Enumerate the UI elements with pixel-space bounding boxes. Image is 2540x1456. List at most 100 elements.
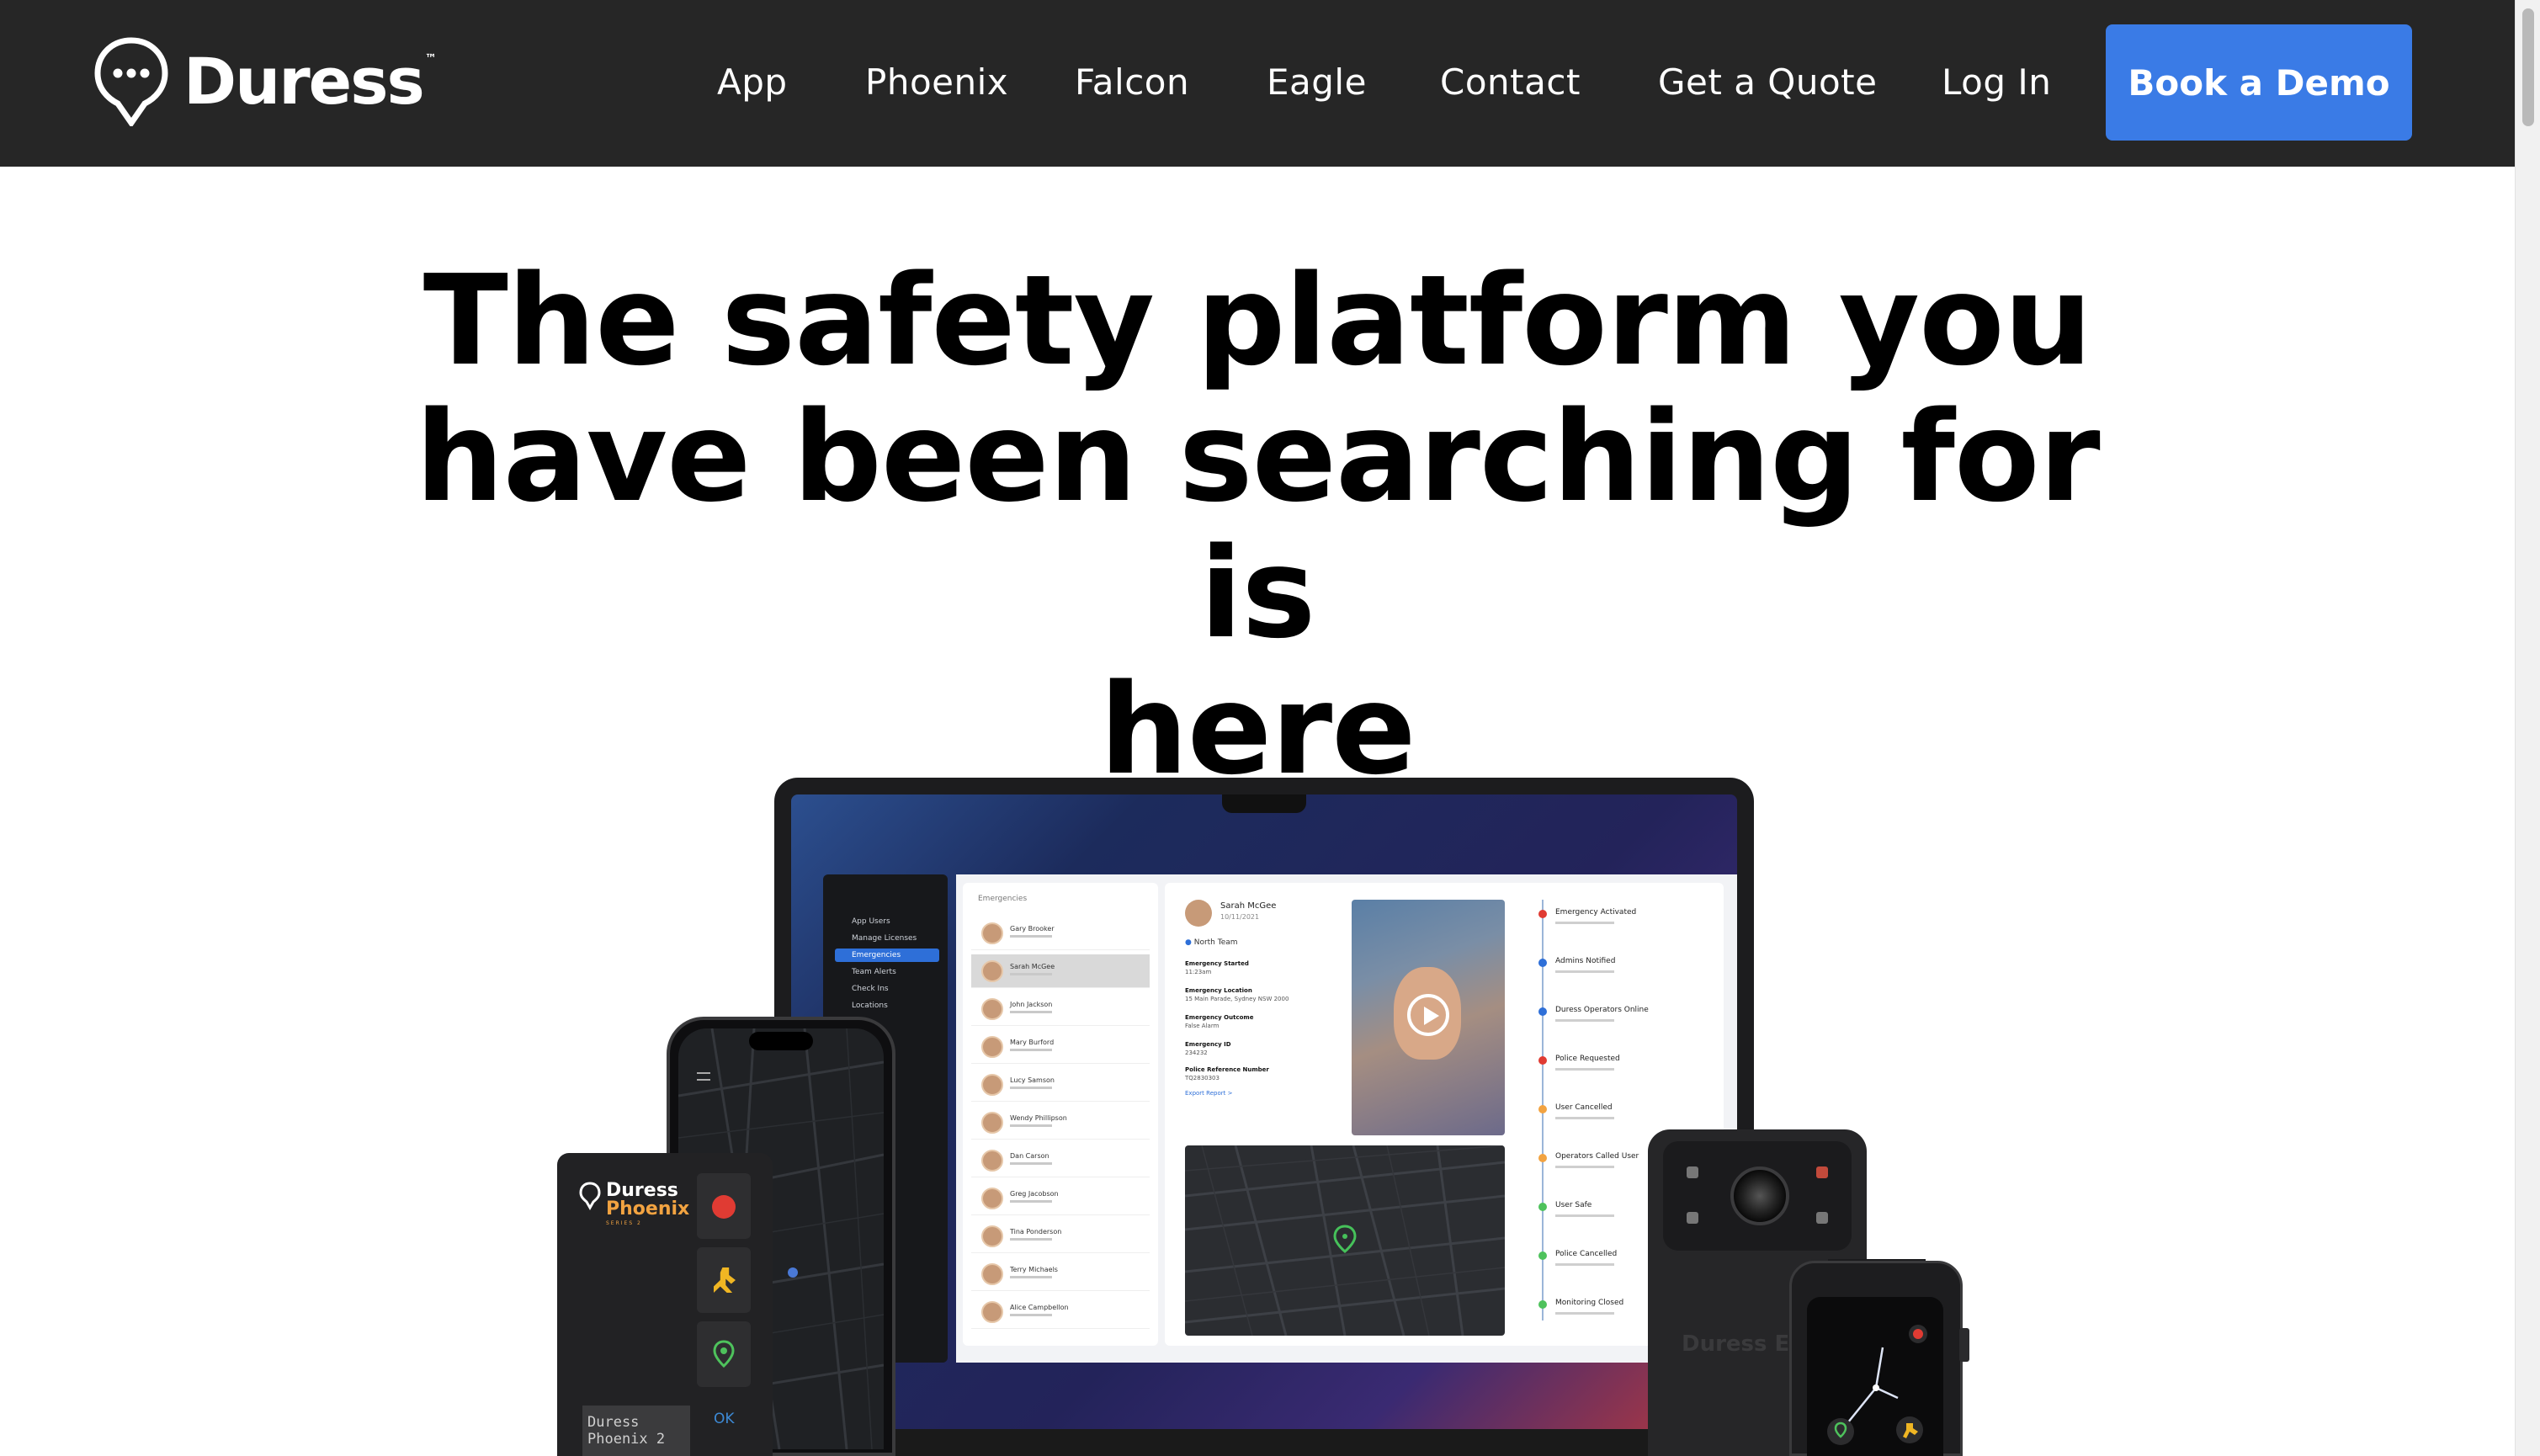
phoenix-ok-button[interactable]: OK bbox=[714, 1411, 735, 1427]
laptop-notch bbox=[1222, 794, 1306, 813]
emergency-list-item[interactable]: Dan Carson bbox=[971, 1144, 1150, 1177]
bodycam-record-light bbox=[1816, 1166, 1828, 1178]
emergency-list-item-date bbox=[1010, 1124, 1052, 1127]
emergency-list-item[interactable]: Wendy Phillipson bbox=[971, 1106, 1150, 1140]
emergency-list-item[interactable]: Mary Burford bbox=[971, 1030, 1150, 1064]
emergency-list-item-name: Greg Jacobson bbox=[1010, 1190, 1059, 1198]
map-roads-graphic bbox=[1185, 1145, 1505, 1336]
nav-link-contact[interactable]: Contact bbox=[1440, 61, 1581, 104]
detail-field-label: Emergency Started bbox=[1185, 960, 1249, 967]
timeline-dot bbox=[1538, 1105, 1547, 1113]
phoenix-fall-button[interactable] bbox=[697, 1247, 751, 1313]
emergency-list-item[interactable]: Greg Jacobson bbox=[971, 1182, 1150, 1215]
avatar bbox=[981, 1074, 1003, 1096]
export-report-link[interactable]: Export Report > bbox=[1185, 1090, 1232, 1097]
timeline-dot bbox=[1538, 959, 1547, 967]
detail-field-value: 11:23am bbox=[1185, 969, 1212, 975]
timeline-dot bbox=[1538, 1300, 1547, 1309]
nav-link-app[interactable]: App bbox=[717, 61, 788, 104]
avatar bbox=[981, 1301, 1003, 1323]
page-scrollbar[interactable] bbox=[2515, 0, 2540, 1456]
phone-dynamic-island bbox=[749, 1032, 813, 1050]
emergency-list-item-date bbox=[1010, 1049, 1052, 1051]
phoenix-brand-bottom: Phoenix bbox=[606, 1198, 690, 1220]
emergency-list-heading: Emergencies bbox=[978, 895, 1028, 903]
dashboard-sidebar-item[interactable]: Manage Licenses bbox=[835, 932, 939, 945]
watch-face-graphic bbox=[1827, 1325, 1927, 1445]
detail-team: ● North Team bbox=[1185, 938, 1238, 947]
emergency-list-item[interactable]: John Jackson bbox=[971, 992, 1150, 1026]
dashboard-sidebar-item[interactable]: App Users bbox=[835, 915, 939, 928]
avatar bbox=[981, 1036, 1003, 1058]
laptop-base bbox=[858, 1429, 1671, 1456]
emergency-list-item[interactable]: Tina Ponderson bbox=[971, 1220, 1150, 1253]
emergency-list-item-date bbox=[1010, 1314, 1052, 1316]
scrollbar-thumb[interactable] bbox=[2522, 8, 2534, 126]
emergency-list-item[interactable]: Sarah McGee bbox=[971, 954, 1150, 988]
phoenix-series: SERIES 2 bbox=[606, 1220, 642, 1226]
dashboard-sidebar-item-active[interactable]: Emergencies bbox=[835, 949, 939, 962]
watch-crown-button[interactable] bbox=[1959, 1328, 1969, 1362]
timeline-event-time bbox=[1555, 1214, 1614, 1217]
phoenix-emergency-button[interactable] bbox=[697, 1173, 751, 1239]
dashboard-sidebar-item[interactable]: Check Ins bbox=[835, 982, 939, 996]
timeline-event: User Cancelled bbox=[1555, 1103, 1613, 1112]
dashboard-sidebar-item[interactable]: Team Alerts bbox=[835, 965, 939, 979]
laptop-device: App Users Manage Licenses Emergencies Te… bbox=[774, 778, 1754, 1456]
nav-link-falcon[interactable]: Falcon bbox=[1075, 61, 1189, 104]
incident-map[interactable] bbox=[1185, 1145, 1505, 1336]
timeline-dot bbox=[1538, 1007, 1547, 1016]
emergency-list-item[interactable]: Gary Brooker bbox=[971, 917, 1150, 950]
timeline-event-time bbox=[1555, 1068, 1614, 1071]
detail-name: Sarah McGee bbox=[1220, 901, 1277, 911]
timeline-dot bbox=[1538, 1203, 1547, 1211]
hamburger-menu-icon[interactable] bbox=[697, 1072, 710, 1081]
detail-field-value: TQ2830303 bbox=[1185, 1075, 1220, 1081]
team-dot-icon: ● bbox=[1185, 938, 1194, 947]
timeline-event-time bbox=[1555, 1166, 1614, 1168]
emergency-list-item[interactable]: Terry Michaels bbox=[971, 1257, 1150, 1291]
detail-date: 10/11/2021 bbox=[1220, 913, 1260, 921]
emergency-list-item[interactable]: Lucy Samson bbox=[971, 1068, 1150, 1102]
nav-link-phoenix[interactable]: Phoenix bbox=[865, 61, 1008, 104]
timeline-event: Operators Called User bbox=[1555, 1152, 1639, 1161]
emergency-detail: Sarah McGee 10/11/2021 ● North Team Emer… bbox=[1165, 883, 1724, 1346]
phoenix-location-button[interactable] bbox=[697, 1321, 751, 1387]
emergency-list-item-name: Lucy Samson bbox=[1010, 1076, 1055, 1084]
nav-link-eagle[interactable]: Eagle bbox=[1267, 61, 1367, 104]
detail-field-value: 15 Main Parade, Sydney NSW 2000 bbox=[1185, 996, 1289, 1002]
nav-link-get-a-quote[interactable]: Get a Quote bbox=[1658, 61, 1877, 104]
emergency-list-item-name: Tina Ponderson bbox=[1010, 1228, 1062, 1235]
avatar bbox=[981, 922, 1003, 944]
avatar bbox=[981, 998, 1003, 1020]
bodycam-brand: Duress E bbox=[1682, 1331, 1790, 1357]
emergency-list-item-name: Gary Brooker bbox=[1010, 925, 1055, 933]
location-pin-icon bbox=[713, 1340, 735, 1368]
detail-avatar bbox=[1185, 900, 1212, 927]
avatar bbox=[981, 1263, 1003, 1285]
emergency-list-item[interactable]: Alice Campbellon bbox=[971, 1295, 1150, 1329]
emergency-list-item-name: Terry Michaels bbox=[1010, 1266, 1058, 1273]
timeline-event-time bbox=[1555, 970, 1614, 973]
emergency-list-item-date bbox=[1010, 1162, 1052, 1165]
alarm-icon bbox=[712, 1195, 736, 1219]
watch-screen bbox=[1807, 1297, 1943, 1456]
top-navbar: Duress ™ App Phoenix Falcon Eagle Contac… bbox=[0, 0, 2515, 167]
dashboard-sidebar-item[interactable]: Locations bbox=[835, 999, 939, 1012]
camera-lens-icon bbox=[1730, 1166, 1789, 1225]
detail-field-label: Police Reference Number bbox=[1185, 1066, 1269, 1073]
emergency-list-item-name: Mary Burford bbox=[1010, 1039, 1055, 1046]
timeline-event-time bbox=[1555, 922, 1614, 924]
detail-field-label: Emergency Location bbox=[1185, 987, 1252, 994]
timeline-dot bbox=[1538, 910, 1547, 918]
hero-heading-line: have been searching for is bbox=[415, 385, 2100, 666]
book-demo-button[interactable]: Book a Demo bbox=[2106, 24, 2412, 141]
laptop-screen: App Users Manage Licenses Emergencies Te… bbox=[791, 794, 1737, 1456]
detail-field-label: Emergency Outcome bbox=[1185, 1014, 1254, 1021]
emergency-list-item-date bbox=[1010, 1011, 1052, 1013]
nav-link-log-in[interactable]: Log In bbox=[1942, 61, 2051, 104]
timeline-dot bbox=[1538, 1251, 1547, 1260]
video-thumbnail[interactable] bbox=[1352, 900, 1505, 1135]
avatar bbox=[981, 1188, 1003, 1209]
play-icon[interactable] bbox=[1407, 994, 1449, 1036]
